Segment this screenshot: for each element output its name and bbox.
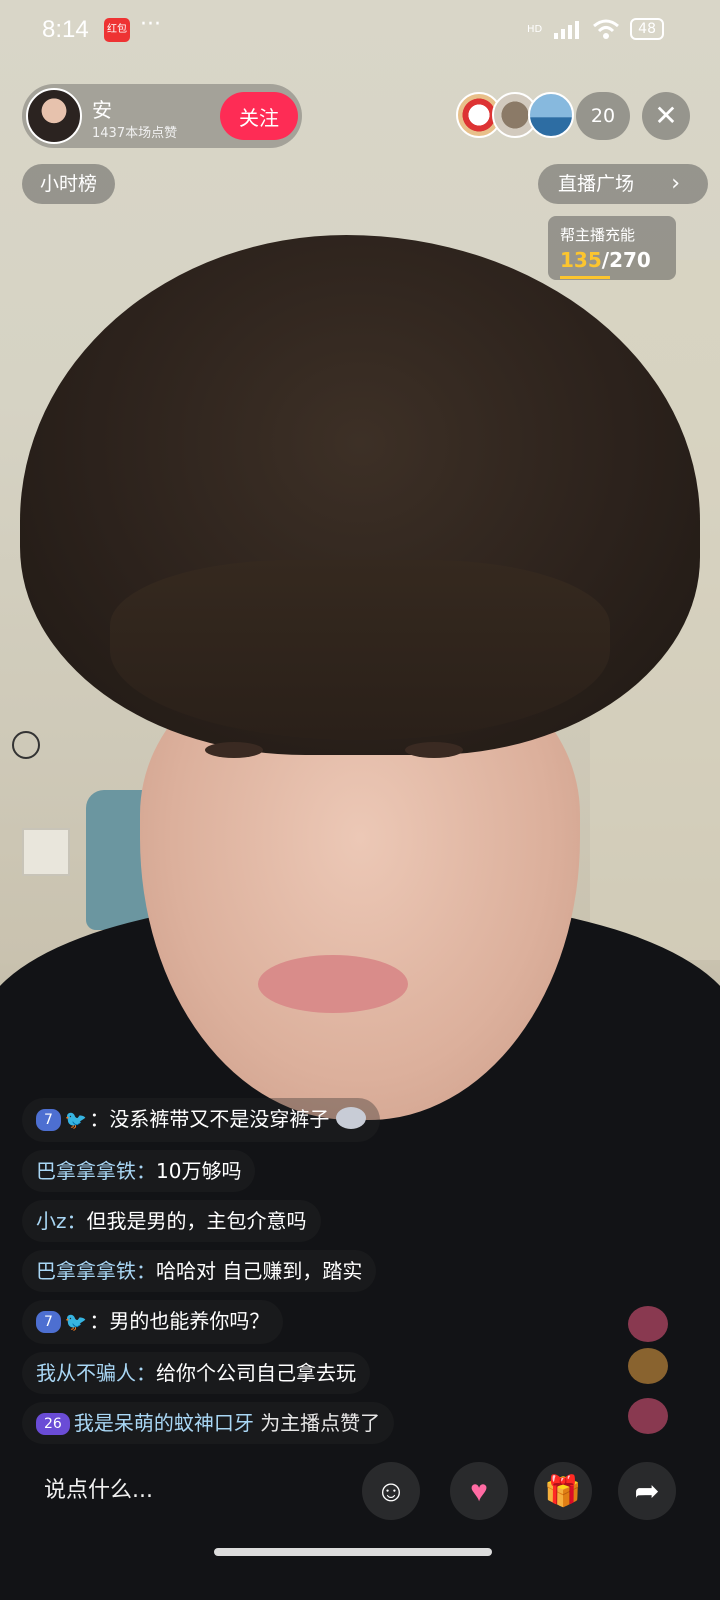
fan-badge: 7 <box>36 1109 61 1131</box>
anchor-avatar[interactable] <box>26 88 82 144</box>
chat-message[interactable]: 巴拿拿拿铁：10万够吗 <box>22 1150 256 1192</box>
anchor-name: 安 <box>92 98 112 122</box>
chat-username[interactable]: 巴拿拿拿铁： <box>36 1159 156 1183</box>
close-icon[interactable]: ✕ <box>642 92 690 140</box>
chat-message[interactable]: 26 我是呆萌的蚊神口牙 为主播点赞了 <box>22 1402 395 1444</box>
energy-current: 135 <box>560 248 602 272</box>
clock: 8:14 <box>42 16 89 43</box>
chat-username[interactable]: 我是呆萌的蚊神口牙 <box>74 1411 254 1435</box>
chat-text: 男的也能养你吗？ <box>109 1309 270 1333</box>
chat-username[interactable]: 巴拿拿拿铁： <box>36 1259 156 1283</box>
live-plaza-button[interactable]: 直播广场 › <box>538 164 708 204</box>
gift-icon[interactable]: 🎁 <box>534 1462 592 1520</box>
wifi-icon <box>593 19 620 39</box>
chat-message[interactable]: 7 🐦 ：男的也能养你吗？ <box>22 1300 284 1344</box>
share-icon[interactable]: ➦ <box>618 1462 676 1520</box>
viewer-count[interactable]: 20 <box>576 92 630 140</box>
mouth <box>258 955 408 1013</box>
chat-message[interactable]: 我从不骗人：给你个公司自己拿去玩 <box>22 1352 370 1394</box>
comment-input[interactable]: 说点什么... <box>44 1472 153 1504</box>
energy-progress-bar <box>560 276 610 279</box>
chat-message[interactable]: 巴拿拿拿铁：哈哈对 自己赚到，踏实 <box>22 1250 377 1292</box>
status-indicators: HD 48 <box>527 18 664 40</box>
hourly-rank-button[interactable]: 小时榜 <box>22 164 116 204</box>
bird-icon: 🐦 <box>64 1110 88 1131</box>
chat-text: 没系裤带又不是没穿裤子 <box>109 1107 330 1131</box>
level-badge: 26 <box>36 1413 70 1435</box>
hd-icon: HD <box>526 23 543 35</box>
heart-icon <box>628 1306 668 1342</box>
left-eye <box>205 742 263 758</box>
signal-icon <box>554 21 580 39</box>
chat-text: 哈哈对 自己赚到，踏实 <box>156 1259 363 1283</box>
energy-separator: / <box>601 248 610 272</box>
more-notifications-icon: ··· <box>140 12 161 37</box>
energy-panel[interactable]: 帮主播充能 135/270 <box>548 216 676 280</box>
heart-icon <box>628 1398 668 1434</box>
chat-text: 但我是男的，主包介意吗 <box>86 1209 307 1233</box>
chat-text: 为主播点赞了 <box>260 1411 381 1435</box>
chat-list: 7 🐦 ：没系裤带又不是没穿裤子 巴拿拿拿铁：10万够吗 小z：但我是男的，主包介意… <box>22 1098 542 1452</box>
status-bar: 8:14 红包 ··· HD 48 <box>0 0 720 64</box>
emoji-sticker-icon <box>335 1107 366 1129</box>
viewer-avatar[interactable] <box>528 92 574 138</box>
energy-value: 135/270 <box>560 248 651 272</box>
chat-message[interactable]: 小z：但我是男的，主包介意吗 <box>22 1200 321 1242</box>
chat-message[interactable]: 7 🐦 ：没系裤带又不是没穿裤子 <box>22 1098 380 1142</box>
red-packet-icon: 红包 <box>104 18 130 42</box>
streamer-bangs <box>110 560 610 740</box>
bird-icon: 🐦 <box>64 1312 88 1333</box>
fan-badge: 7 <box>36 1311 61 1333</box>
floating-hearts <box>622 1306 682 1436</box>
energy-label: 帮主播充能 <box>560 226 636 244</box>
right-eye <box>405 742 463 758</box>
heart-planet-icon[interactable]: ♥ <box>450 1462 508 1520</box>
heart-icon <box>628 1348 668 1384</box>
chat-username[interactable]: 我从不骗人： <box>36 1361 156 1385</box>
anchor-likes: 1437本场点赞 <box>92 126 178 141</box>
wall-outlet <box>22 828 70 876</box>
chat-text: 10万够吗 <box>156 1159 242 1183</box>
chevron-right-icon: › <box>671 171 680 196</box>
chat-username[interactable]: 小z： <box>36 1209 87 1233</box>
chat-text: 给你个公司自己拿去玩 <box>156 1361 356 1385</box>
battery-icon: 48 <box>630 18 664 40</box>
home-indicator[interactable] <box>214 1548 492 1556</box>
energy-total: 270 <box>609 248 651 272</box>
live-plaza-label: 直播广场 <box>558 173 635 195</box>
follow-button[interactable]: 关注 <box>220 92 298 140</box>
viewer-avatars[interactable] <box>456 92 576 140</box>
bottom-bar: 说点什么... ☺ ♥ 🎁 ➦ <box>0 1456 720 1536</box>
wall-ring <box>12 731 40 759</box>
emoji-icon[interactable]: ☺ <box>362 1462 420 1520</box>
